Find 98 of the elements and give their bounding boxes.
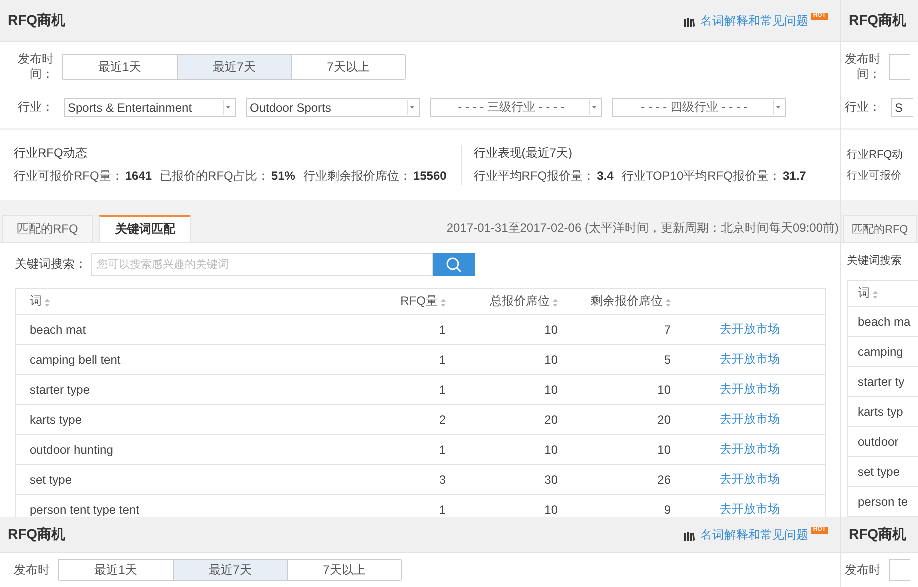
- caret-icon: [410, 106, 415, 109]
- search-field[interactable]: 您可以搜索感兴趣的关键词: [91, 253, 433, 276]
- table-cell: beach mat: [30, 322, 86, 336]
- caret-icon: [226, 106, 231, 109]
- table-cell: person te: [858, 494, 908, 508]
- table-cell: 1: [439, 322, 446, 336]
- books-icon: [684, 16, 696, 26]
- open-market-link[interactable]: 去开放市场: [720, 472, 780, 486]
- industry-dropdown[interactable]: S: [891, 98, 913, 117]
- table-cell: 10: [544, 442, 558, 456]
- table-cell: 26: [658, 472, 671, 486]
- table-cell: 5: [664, 352, 671, 366]
- table-cell: 10: [658, 442, 671, 456]
- industry-dropdown[interactable]: - - - - 四级行业 - - - -: [612, 98, 786, 117]
- table-cell: 1: [439, 382, 446, 396]
- page-title: RFQ商机: [8, 526, 66, 544]
- field-label: 发布时间：: [845, 52, 881, 82]
- time-option[interactable]: 7天以上: [287, 560, 401, 580]
- table-cell: beach ma: [858, 314, 911, 328]
- stat-value: 1641: [125, 169, 152, 183]
- table-cell: 20: [658, 412, 671, 426]
- table-cell: 1: [439, 442, 446, 456]
- table-cell: 10: [544, 352, 558, 366]
- industry-dropdown[interactable]: - - - - 三级行业 - - - -: [430, 98, 602, 117]
- tab[interactable]: 关键词匹配: [99, 215, 192, 242]
- time-option[interactable]: [889, 559, 910, 581]
- books-icon: [684, 530, 696, 540]
- field-label: 行业：: [17, 100, 54, 115]
- page-title: RFQ商机: [849, 526, 907, 544]
- stat-label: 行业TOP10平均RFQ报价量：: [622, 169, 781, 183]
- table-cell: set type: [30, 472, 72, 486]
- open-market-link[interactable]: 去开放市场: [720, 412, 780, 426]
- stats-title: 行业RFQ动态: [14, 145, 88, 162]
- open-market-link[interactable]: 去开放市场: [720, 322, 780, 336]
- table-cell: 2: [439, 412, 446, 426]
- sort-icon: [873, 290, 878, 298]
- search-button[interactable]: [433, 253, 475, 276]
- time-option[interactable]: [889, 54, 910, 80]
- table-cell: starter ty: [858, 374, 905, 388]
- time-option[interactable]: 最近7天: [177, 55, 291, 79]
- column-header[interactable]: 总报价席位: [490, 293, 558, 310]
- table-cell: 1: [439, 352, 446, 366]
- table-cell: 9: [664, 502, 671, 516]
- stat-value: 15560: [413, 169, 447, 183]
- search-label: 关键词搜索: [847, 254, 903, 268]
- table-cell: 30: [544, 472, 558, 486]
- table-cell: outdoor hunting: [30, 442, 114, 456]
- table-cell: set type: [858, 464, 900, 478]
- stats-title: 行业表现(最近7天): [474, 145, 574, 162]
- table-cell: 10: [544, 322, 558, 336]
- field-label: 发布时: [845, 562, 881, 578]
- table-cell: karts typ: [858, 404, 904, 418]
- search-icon: [446, 256, 462, 272]
- open-market-link[interactable]: 去开放市场: [720, 352, 780, 366]
- stat-label: 行业可报价RFQ量：: [14, 169, 124, 183]
- table-cell: karts type: [30, 412, 82, 426]
- table-cell: 10: [544, 502, 558, 516]
- field-label: 发布时: [14, 562, 50, 578]
- table-cell: 7: [664, 322, 671, 336]
- table-cell: outdoor: [858, 434, 899, 448]
- stat-label: 行业平均RFQ报价量：: [474, 169, 596, 183]
- column-header[interactable]: RFQ量: [400, 293, 446, 310]
- page-title: RFQ商机: [8, 12, 66, 30]
- stat-label: 已报价的RFQ占比：: [160, 169, 270, 183]
- open-market-link[interactable]: 去开放市场: [720, 502, 780, 516]
- table-cell: 10: [658, 382, 671, 396]
- table-cell: person tent type tent: [30, 502, 140, 516]
- field-label: 发布时间：: [17, 52, 54, 82]
- caret-icon: [592, 106, 597, 109]
- time-option[interactable]: 最近7天: [173, 560, 287, 580]
- table-cell: camping: [858, 344, 904, 358]
- stat-label: 行业可报价: [847, 169, 903, 183]
- industry-dropdown[interactable]: Sports & Entertainment: [64, 98, 236, 117]
- field-label: 行业：: [845, 100, 881, 115]
- tab[interactable]: 匹配的RFQ: [2, 215, 94, 242]
- open-market-link[interactable]: 去开放市场: [720, 382, 780, 396]
- industry-dropdown[interactable]: Outdoor Sports: [246, 98, 420, 117]
- open-market-link[interactable]: 去开放市场: [720, 442, 780, 456]
- stat-value: 3.4: [597, 169, 614, 183]
- caret-icon: [776, 106, 781, 109]
- stats-title: 行业RFQ动: [847, 148, 904, 162]
- column-header[interactable]: 词: [858, 285, 878, 302]
- table-cell: camping bell tent: [30, 352, 121, 366]
- table-cell: 10: [544, 382, 558, 396]
- stat-value: 51%: [271, 169, 296, 183]
- stat-value: 31.7: [782, 169, 806, 183]
- table-cell: 1: [439, 502, 446, 516]
- table-cell: 20: [544, 412, 558, 426]
- date-range-note: 2017-01-31至2017-02-06 (太平洋时间，更新周期：北京时间每天09:00前): [446, 220, 839, 236]
- page-title: RFQ商机: [849, 12, 907, 30]
- tab[interactable]: 匹配的RFQ: [843, 215, 918, 242]
- column-header[interactable]: 剩余报价席位: [591, 293, 671, 310]
- column-header[interactable]: 词: [30, 293, 50, 310]
- search-label: 关键词搜索：: [15, 256, 87, 273]
- time-option[interactable]: 7天以上: [291, 55, 405, 79]
- table-cell: starter type: [30, 382, 90, 396]
- table-cell: 3: [439, 472, 446, 486]
- stat-label: 行业剩余报价席位：: [303, 169, 412, 183]
